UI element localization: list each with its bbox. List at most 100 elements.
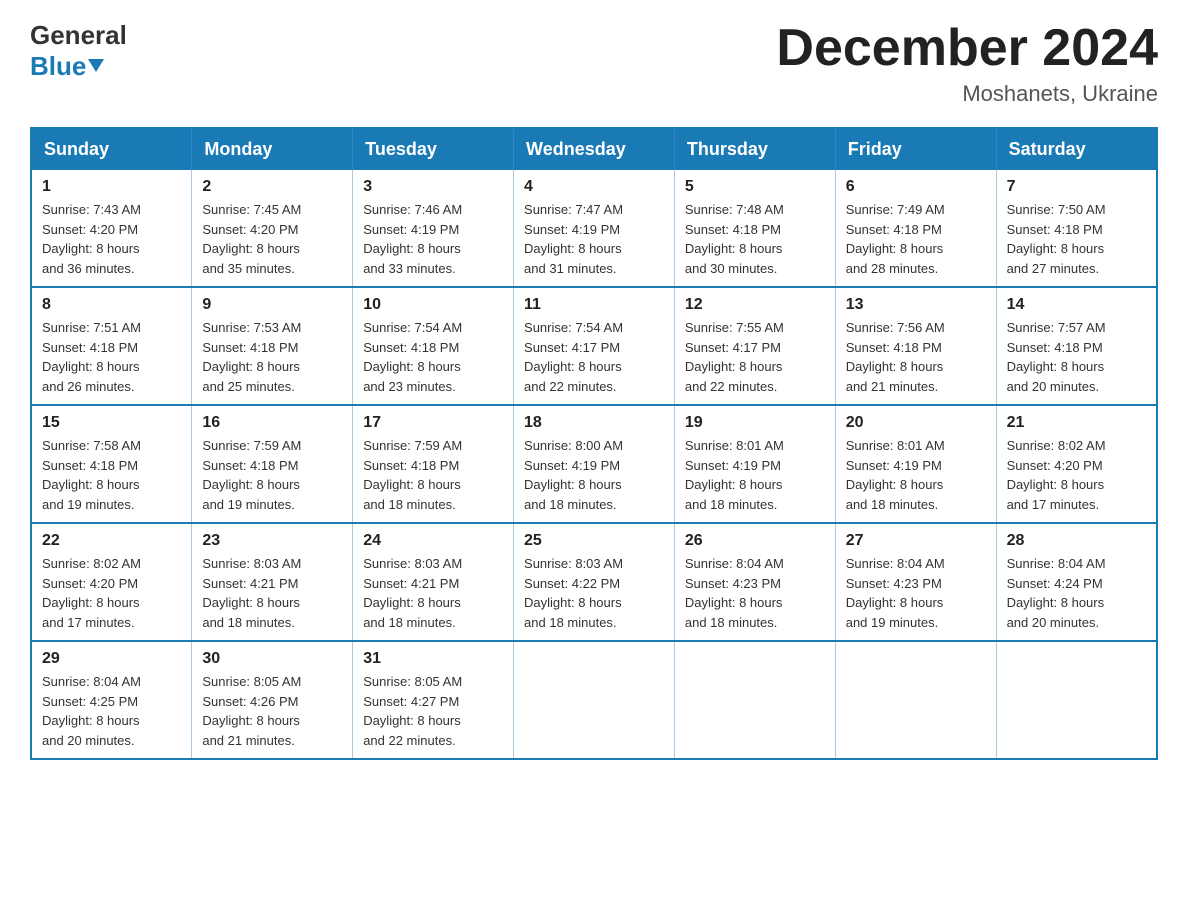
- calendar-cell: 11 Sunrise: 7:54 AMSunset: 4:17 PMDayligh…: [514, 287, 675, 405]
- calendar-cell: 2Sunrise: 7:45 AMSunset: 4:20 PMDaylight…: [192, 170, 353, 287]
- calendar-cell: [996, 641, 1157, 759]
- calendar-cell: [674, 641, 835, 759]
- calendar-cell: 26 Sunrise: 8:04 AMSunset: 4:23 PMDayligh…: [674, 523, 835, 641]
- day-info: Sunrise: 8:01 AMSunset: 4:19 PMDaylight:…: [685, 436, 825, 514]
- day-info: Sunrise: 7:46 AMSunset: 4:19 PMDaylight:…: [363, 200, 503, 278]
- day-number: 12: [685, 296, 825, 314]
- logo-blue: Blue: [30, 51, 127, 82]
- calendar-cell: 4 Sunrise: 7:47 AMSunset: 4:19 PMDaylight…: [514, 170, 675, 287]
- calendar-cell: 25 Sunrise: 8:03 AMSunset: 4:22 PMDayligh…: [514, 523, 675, 641]
- day-number: 5: [685, 178, 825, 196]
- week-row-4: 22 Sunrise: 8:02 AMSunset: 4:20 PMDayligh…: [31, 523, 1157, 641]
- day-number: 15: [42, 414, 181, 432]
- day-number: 26: [685, 532, 825, 550]
- calendar-cell: 3Sunrise: 7:46 AMSunset: 4:19 PMDaylight…: [353, 170, 514, 287]
- day-info: Sunrise: 7:56 AMSunset: 4:18 PMDaylight:…: [846, 318, 986, 396]
- logo-general: General: [30, 20, 127, 51]
- calendar-cell: 9 Sunrise: 7:53 AMSunset: 4:18 PMDaylight…: [192, 287, 353, 405]
- calendar-cell: 14 Sunrise: 7:57 AMSunset: 4:18 PMDayligh…: [996, 287, 1157, 405]
- day-info: Sunrise: 8:02 AMSunset: 4:20 PMDaylight:…: [42, 554, 181, 632]
- day-info: Sunrise: 7:47 AMSunset: 4:19 PMDaylight:…: [524, 200, 664, 278]
- day-number: 24: [363, 532, 503, 550]
- day-info: Sunrise: 7:59 AMSunset: 4:18 PMDaylight:…: [363, 436, 503, 514]
- calendar-cell: 23Sunrise: 8:03 AMSunset: 4:21 PMDayligh…: [192, 523, 353, 641]
- day-info: Sunrise: 8:03 AMSunset: 4:22 PMDaylight:…: [524, 554, 664, 632]
- day-info: Sunrise: 8:01 AMSunset: 4:19 PMDaylight:…: [846, 436, 986, 514]
- col-header-thursday: Thursday: [674, 128, 835, 170]
- day-number: 31: [363, 650, 503, 668]
- day-info: Sunrise: 7:53 AMSunset: 4:18 PMDaylight:…: [202, 318, 342, 396]
- calendar-cell: 27 Sunrise: 8:04 AMSunset: 4:23 PMDayligh…: [835, 523, 996, 641]
- calendar-cell: 17Sunrise: 7:59 AMSunset: 4:18 PMDayligh…: [353, 405, 514, 523]
- logo: General Blue: [30, 20, 127, 82]
- calendar-cell: 22 Sunrise: 8:02 AMSunset: 4:20 PMDayligh…: [31, 523, 192, 641]
- day-number: 14: [1007, 296, 1146, 314]
- calendar-cell: 31Sunrise: 8:05 AMSunset: 4:27 PMDayligh…: [353, 641, 514, 759]
- day-number: 7: [1007, 178, 1146, 196]
- day-info: Sunrise: 7:57 AMSunset: 4:18 PMDaylight:…: [1007, 318, 1146, 396]
- day-number: 4: [524, 178, 664, 196]
- calendar-cell: 15 Sunrise: 7:58 AMSunset: 4:18 PMDayligh…: [31, 405, 192, 523]
- day-info: Sunrise: 7:50 AMSunset: 4:18 PMDaylight:…: [1007, 200, 1146, 278]
- calendar-cell: 12 Sunrise: 7:55 AMSunset: 4:17 PMDayligh…: [674, 287, 835, 405]
- day-number: 9: [202, 296, 342, 314]
- day-number: 25: [524, 532, 664, 550]
- day-info: Sunrise: 7:58 AMSunset: 4:18 PMDaylight:…: [42, 436, 181, 514]
- col-header-sunday: Sunday: [31, 128, 192, 170]
- day-number: 13: [846, 296, 986, 314]
- calendar-cell: 13 Sunrise: 7:56 AMSunset: 4:18 PMDayligh…: [835, 287, 996, 405]
- week-row-3: 15 Sunrise: 7:58 AMSunset: 4:18 PMDayligh…: [31, 405, 1157, 523]
- week-row-2: 8 Sunrise: 7:51 AMSunset: 4:18 PMDaylight…: [31, 287, 1157, 405]
- col-header-wednesday: Wednesday: [514, 128, 675, 170]
- col-header-tuesday: Tuesday: [353, 128, 514, 170]
- day-number: 22: [42, 532, 181, 550]
- day-number: 19: [685, 414, 825, 432]
- col-header-friday: Friday: [835, 128, 996, 170]
- calendar-table: SundayMondayTuesdayWednesdayThursdayFrid…: [30, 127, 1158, 760]
- calendar-cell: 8 Sunrise: 7:51 AMSunset: 4:18 PMDaylight…: [31, 287, 192, 405]
- day-number: 23: [202, 532, 342, 550]
- page-header: General Blue December 2024 Moshanets, Uk…: [30, 20, 1158, 107]
- day-info: Sunrise: 7:51 AMSunset: 4:18 PMDaylight:…: [42, 318, 181, 396]
- calendar-cell: 5 Sunrise: 7:48 AMSunset: 4:18 PMDaylight…: [674, 170, 835, 287]
- day-info: Sunrise: 8:04 AMSunset: 4:25 PMDaylight:…: [42, 672, 181, 750]
- day-info: Sunrise: 7:54 AMSunset: 4:17 PMDaylight:…: [524, 318, 664, 396]
- calendar-cell: 30 Sunrise: 8:05 AMSunset: 4:26 PMDayligh…: [192, 641, 353, 759]
- month-title: December 2024: [776, 20, 1158, 77]
- day-info: Sunrise: 8:05 AMSunset: 4:26 PMDaylight:…: [202, 672, 342, 750]
- day-info: Sunrise: 8:00 AMSunset: 4:19 PMDaylight:…: [524, 436, 664, 514]
- day-info: Sunrise: 7:55 AMSunset: 4:17 PMDaylight:…: [685, 318, 825, 396]
- calendar-cell: 6 Sunrise: 7:49 AMSunset: 4:18 PMDaylight…: [835, 170, 996, 287]
- week-row-5: 29 Sunrise: 8:04 AMSunset: 4:25 PMDayligh…: [31, 641, 1157, 759]
- day-info: Sunrise: 7:43 AMSunset: 4:20 PMDaylight:…: [42, 200, 181, 278]
- day-info: Sunrise: 7:49 AMSunset: 4:18 PMDaylight:…: [846, 200, 986, 278]
- day-info: Sunrise: 7:54 AMSunset: 4:18 PMDaylight:…: [363, 318, 503, 396]
- day-number: 1: [42, 178, 181, 196]
- day-number: 29: [42, 650, 181, 668]
- day-number: 11: [524, 296, 664, 314]
- day-number: 6: [846, 178, 986, 196]
- day-number: 27: [846, 532, 986, 550]
- day-info: Sunrise: 7:59 AMSunset: 4:18 PMDaylight:…: [202, 436, 342, 514]
- day-number: 21: [1007, 414, 1146, 432]
- day-info: Sunrise: 8:04 AMSunset: 4:23 PMDaylight:…: [846, 554, 986, 632]
- day-number: 18: [524, 414, 664, 432]
- calendar-cell: 16Sunrise: 7:59 AMSunset: 4:18 PMDayligh…: [192, 405, 353, 523]
- calendar-cell: [514, 641, 675, 759]
- day-info: Sunrise: 8:03 AMSunset: 4:21 PMDaylight:…: [363, 554, 503, 632]
- calendar-cell: 24 Sunrise: 8:03 AMSunset: 4:21 PMDayligh…: [353, 523, 514, 641]
- day-number: 28: [1007, 532, 1146, 550]
- day-info: Sunrise: 8:04 AMSunset: 4:24 PMDaylight:…: [1007, 554, 1146, 632]
- day-number: 8: [42, 296, 181, 314]
- day-info: Sunrise: 7:48 AMSunset: 4:18 PMDaylight:…: [685, 200, 825, 278]
- day-info: Sunrise: 8:02 AMSunset: 4:20 PMDaylight:…: [1007, 436, 1146, 514]
- calendar-header-row: SundayMondayTuesdayWednesdayThursdayFrid…: [31, 128, 1157, 170]
- calendar-cell: 29 Sunrise: 8:04 AMSunset: 4:25 PMDayligh…: [31, 641, 192, 759]
- calendar-cell: [835, 641, 996, 759]
- day-number: 30: [202, 650, 342, 668]
- calendar-cell: 28 Sunrise: 8:04 AMSunset: 4:24 PMDayligh…: [996, 523, 1157, 641]
- location: Moshanets, Ukraine: [776, 81, 1158, 107]
- day-info: Sunrise: 8:04 AMSunset: 4:23 PMDaylight:…: [685, 554, 825, 632]
- calendar-cell: 1 Sunrise: 7:43 AMSunset: 4:20 PMDaylight…: [31, 170, 192, 287]
- calendar-cell: 7 Sunrise: 7:50 AMSunset: 4:18 PMDaylight…: [996, 170, 1157, 287]
